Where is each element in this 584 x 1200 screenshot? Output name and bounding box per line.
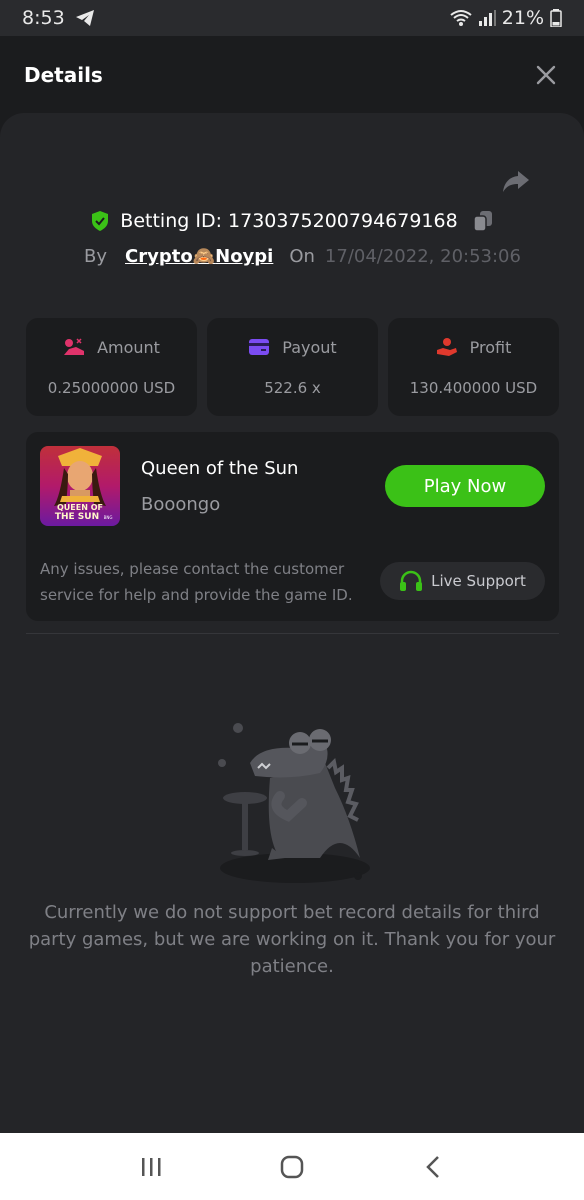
stat-label: Amount bbox=[97, 337, 160, 357]
close-button[interactable] bbox=[532, 61, 560, 89]
game-name: Queen of the Sun bbox=[141, 458, 299, 479]
recents-icon bbox=[141, 1157, 161, 1176]
amount-icon bbox=[64, 338, 85, 355]
battery-percent: 21% bbox=[501, 7, 544, 29]
status-bar: 8:53 21% bbox=[0, 0, 584, 36]
battery-icon bbox=[550, 9, 562, 27]
details-sheet: Betting ID: 1730375200794679168 By Crypt… bbox=[0, 113, 584, 1133]
crocodile-mascot-illustration bbox=[218, 723, 370, 883]
stats-row: Amount 0.25000000 USD Payout 522.6 x Pro… bbox=[26, 318, 559, 416]
live-support-label: Live Support bbox=[431, 572, 526, 590]
signal-icon bbox=[478, 10, 496, 26]
support-notice: Any issues, please contact the customer … bbox=[40, 560, 353, 604]
user-name-prefix: Crypto bbox=[125, 246, 193, 267]
recents-button[interactable] bbox=[131, 1147, 171, 1187]
by-label: By bbox=[84, 246, 108, 267]
telegram-icon bbox=[75, 10, 94, 26]
empty-state-message: Currently we do not support bet record d… bbox=[28, 902, 556, 977]
user-emoji: 🙈 bbox=[192, 246, 216, 267]
by-row: By Crypto🙈Noypi On 17/04/2022, 20:53:06 bbox=[84, 246, 521, 267]
user-link[interactable]: Crypto🙈Noypi bbox=[125, 246, 273, 267]
stat-value: 130.400000 USD bbox=[409, 379, 538, 397]
live-support-button[interactable]: Live Support bbox=[380, 562, 545, 600]
thumb-title-2: THE SUN bbox=[55, 512, 99, 522]
on-label: On bbox=[289, 246, 315, 267]
game-provider: Booongo bbox=[141, 494, 221, 515]
back-button[interactable] bbox=[413, 1147, 453, 1187]
betting-id: Betting ID: 1730375200794679168 bbox=[120, 210, 458, 232]
status-time: 8:53 bbox=[22, 7, 65, 29]
stat-label: Payout bbox=[282, 337, 337, 357]
verified-shield-icon bbox=[92, 211, 109, 231]
game-thumbnail[interactable]: QUEEN OF THE SUN BNG bbox=[40, 446, 120, 526]
back-icon bbox=[426, 1155, 440, 1178]
status-indicators: 21% bbox=[450, 7, 562, 29]
stat-profit: Profit 130.400000 USD bbox=[388, 318, 559, 416]
share-icon[interactable] bbox=[500, 165, 532, 197]
wifi-icon bbox=[450, 10, 472, 26]
page-title: Details bbox=[24, 63, 103, 87]
divider bbox=[26, 633, 559, 634]
headset-icon bbox=[400, 570, 423, 591]
close-icon bbox=[536, 65, 556, 85]
home-button[interactable] bbox=[272, 1147, 312, 1187]
thumb-title-1: QUEEN OF bbox=[57, 503, 103, 512]
payout-card-icon bbox=[249, 339, 270, 355]
play-now-button[interactable]: Play Now bbox=[385, 465, 545, 507]
profit-hand-icon bbox=[436, 338, 457, 356]
header: Details bbox=[0, 36, 584, 114]
game-art: QUEEN OF THE SUN BNG bbox=[40, 446, 120, 526]
stat-value: 0.25000000 USD bbox=[47, 379, 176, 397]
stat-amount: Amount 0.25000000 USD bbox=[26, 318, 197, 416]
user-name-suffix: Noypi bbox=[215, 246, 274, 267]
game-card: QUEEN OF THE SUN BNG Queen of the Sun Bo… bbox=[26, 432, 559, 621]
thumb-badge: BNG bbox=[104, 515, 113, 520]
stat-payout: Payout 522.6 x bbox=[207, 318, 378, 416]
betting-id-row: Betting ID: 1730375200794679168 bbox=[0, 209, 584, 233]
bet-datetime: 17/04/2022, 20:53:06 bbox=[324, 246, 521, 267]
stat-value: 522.6 x bbox=[264, 379, 321, 397]
stat-label: Profit bbox=[469, 337, 512, 357]
system-nav-bar bbox=[0, 1133, 584, 1200]
copy-icon[interactable] bbox=[472, 209, 494, 233]
home-icon bbox=[280, 1155, 304, 1178]
